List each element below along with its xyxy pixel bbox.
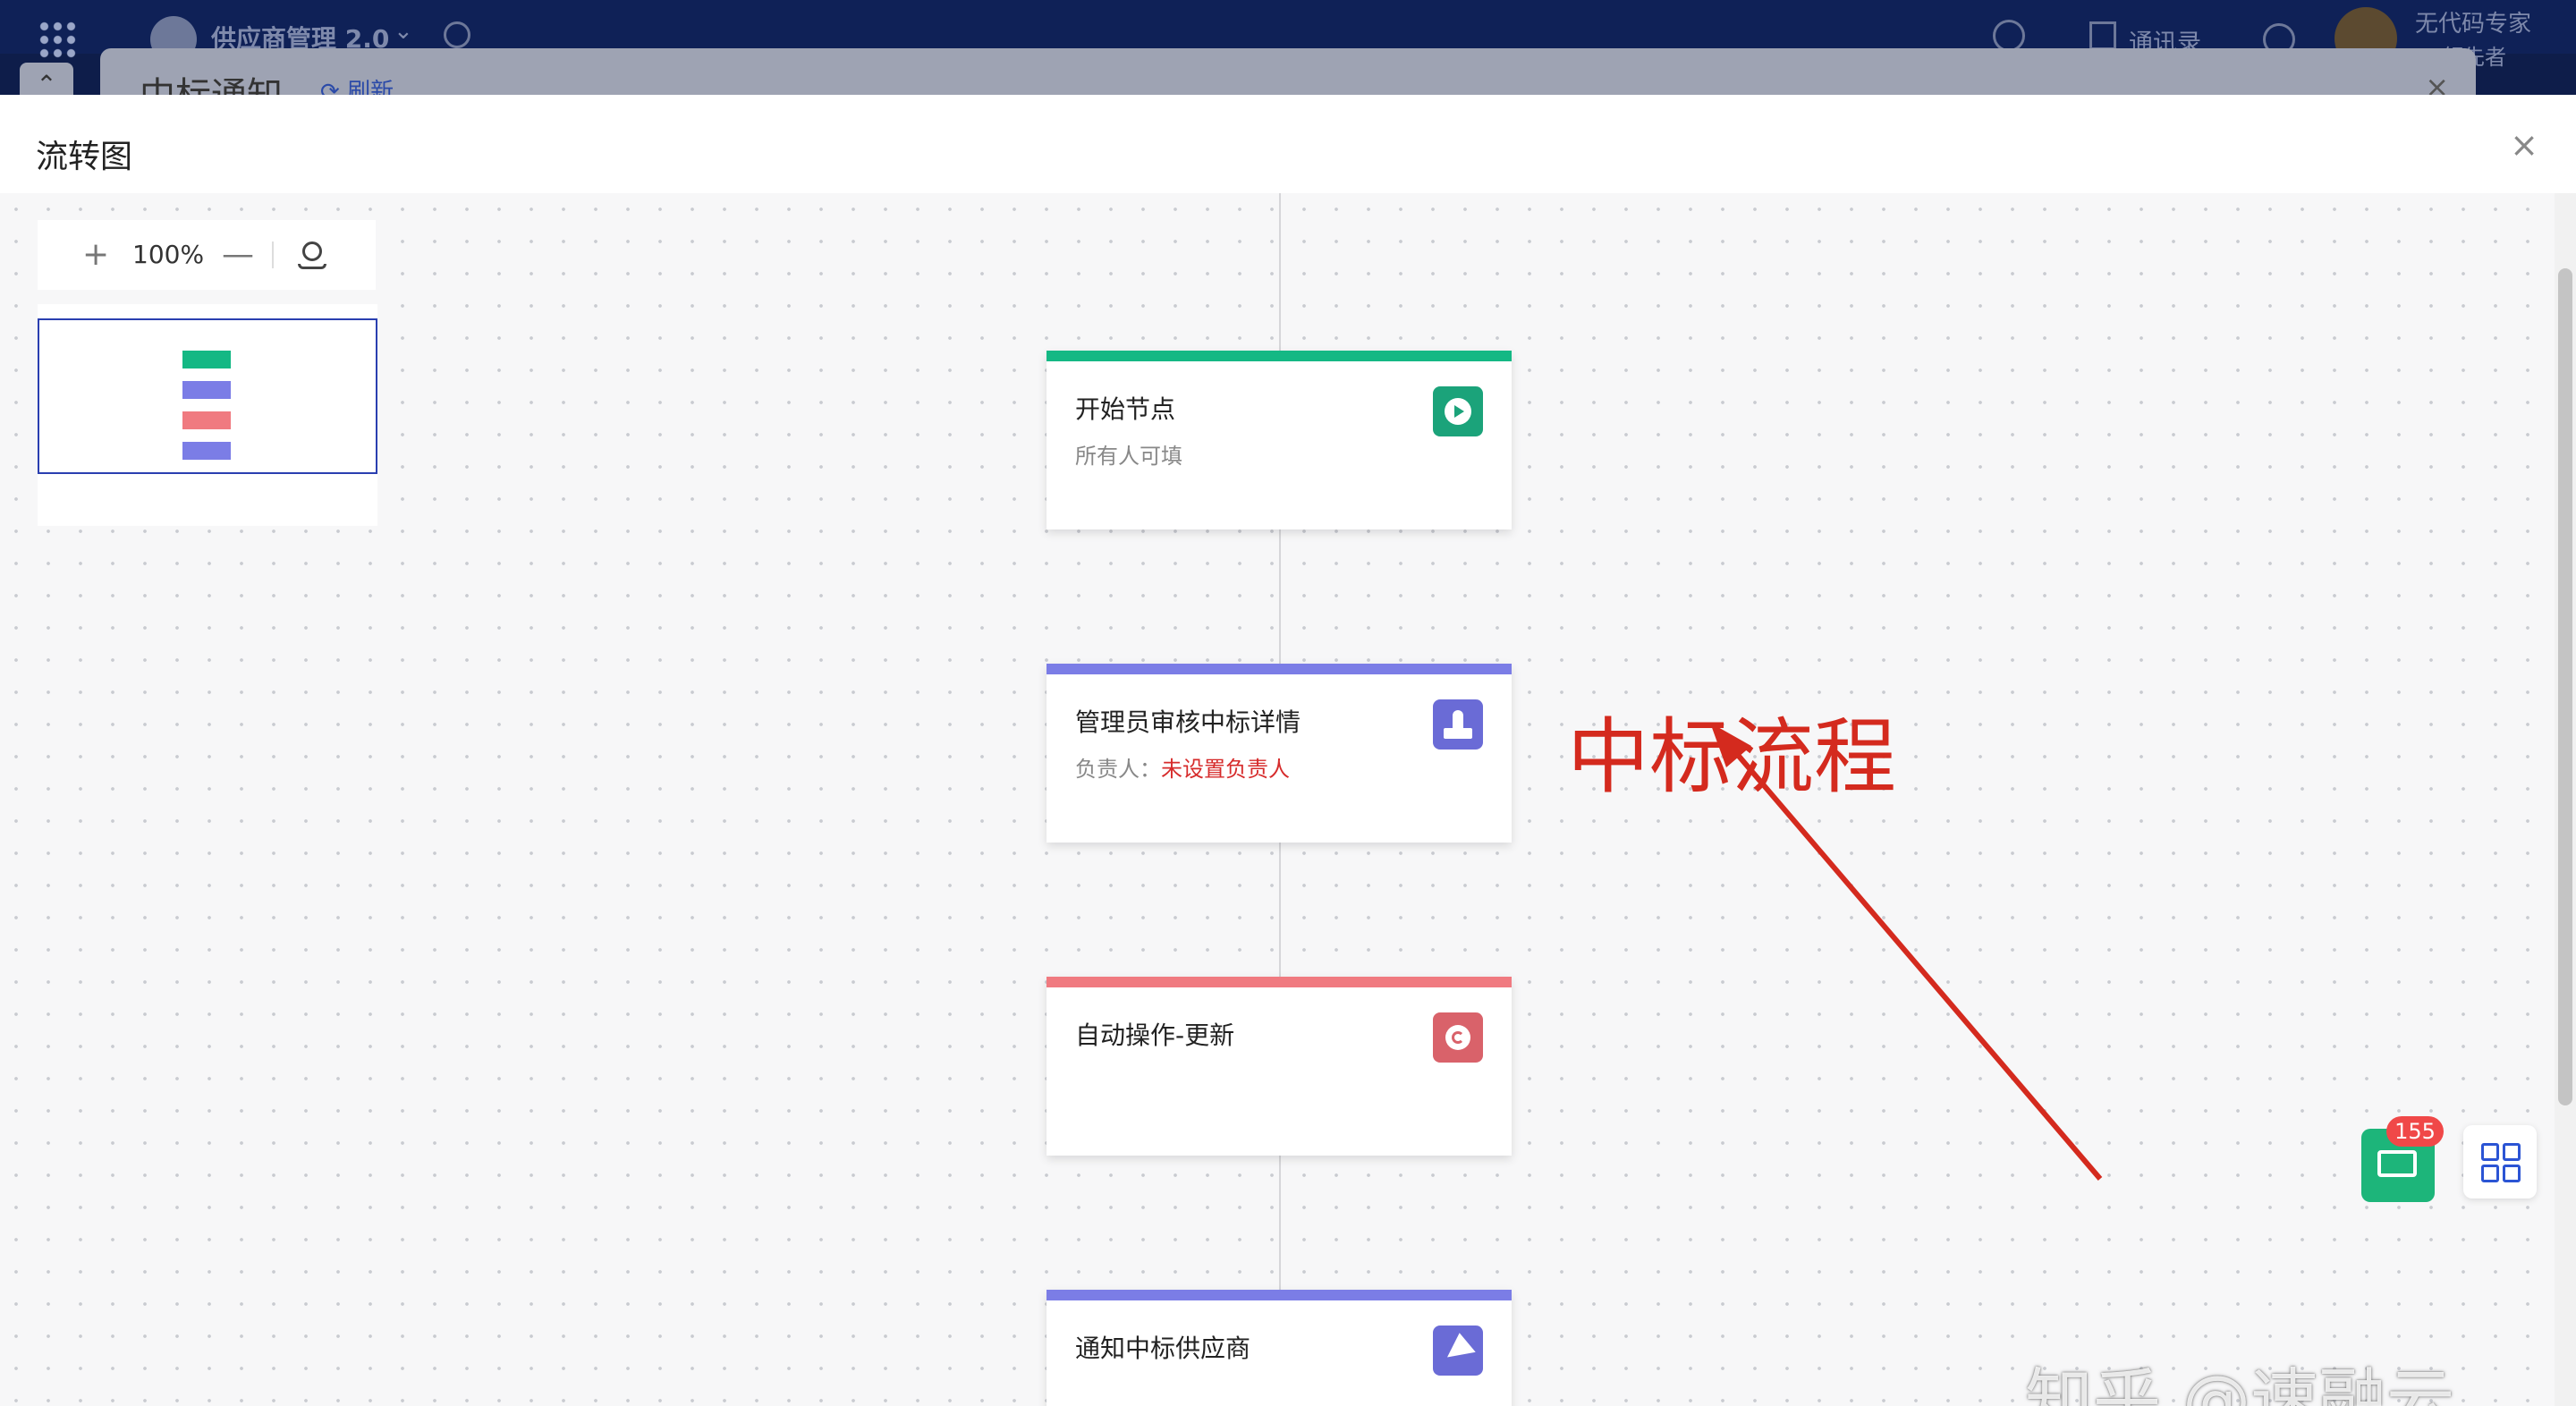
info-icon[interactable]: [444, 21, 470, 48]
annotation-label: 中标流程: [1567, 690, 1896, 809]
minimap-node: [182, 381, 231, 399]
flow-node-admin-review[interactable]: 管理员审核中标详情 负责人：未设置负责人: [1046, 664, 1512, 843]
flow-node-notify-supplier[interactable]: 通知中标供应商: [1046, 1290, 1512, 1406]
user-name: 无代码专家: [2415, 5, 2531, 38]
vertical-scrollbar[interactable]: [2555, 193, 2576, 1406]
modal-close-button[interactable]: ×: [2510, 125, 2538, 165]
locate-icon[interactable]: [302, 241, 322, 261]
toolbar-divider: [272, 241, 274, 268]
notification-badge: 155: [2386, 1116, 2444, 1147]
flow-chart-modal: 流转图 × + 100% — 开始节点 所有人可填 管理员: [0, 95, 2576, 1406]
stamp-icon: [1433, 699, 1483, 750]
grid-cell-icon: [2503, 1143, 2521, 1161]
add-circle-icon[interactable]: [1993, 20, 2025, 52]
play-icon: [1433, 386, 1483, 436]
node-color-bar: [1046, 664, 1512, 674]
node-title: 自动操作-更新: [1075, 1016, 1234, 1052]
node-subtitle: 负责人：未设置负责人: [1075, 751, 1290, 783]
node-subtitle: 所有人可填: [1075, 438, 1182, 470]
send-icon: [1433, 1326, 1483, 1376]
node-color-bar: [1046, 977, 1512, 987]
apps-grid-icon[interactable]: [38, 20, 77, 59]
chevron-down-icon[interactable]: ⌄: [394, 18, 413, 45]
minimap-node: [182, 351, 231, 368]
assignee-value: 未设置负责人: [1161, 757, 1290, 782]
grid-cell-icon: [2481, 1165, 2499, 1182]
scrollbar-thumb[interactable]: [2558, 268, 2572, 1105]
minimap[interactable]: [38, 304, 377, 526]
node-title: 开始节点: [1075, 390, 1175, 426]
contacts-icon[interactable]: [2089, 21, 2116, 50]
modal-header: 流转图 ×: [0, 95, 2576, 193]
refresh-icon: [1433, 1012, 1483, 1063]
modal-title: 流转图: [36, 131, 132, 177]
flow-canvas[interactable]: + 100% — 开始节点 所有人可填 管理员审核中标详情 负责人：未设置负责人: [0, 193, 2576, 1406]
assignee-label: 负责人：: [1075, 757, 1161, 782]
minimap-node: [182, 442, 231, 460]
flow-node-auto-update[interactable]: 自动操作-更新: [1046, 977, 1512, 1156]
flow-node-start[interactable]: 开始节点 所有人可填: [1046, 351, 1512, 529]
zoom-in-button[interactable]: +: [82, 236, 109, 273]
node-title: 管理员审核中标详情: [1075, 703, 1301, 739]
node-title: 通知中标供应商: [1075, 1329, 1250, 1365]
zoom-level: 100%: [132, 240, 204, 269]
grid-cell-icon: [2481, 1143, 2499, 1161]
grid-menu-button[interactable]: [2463, 1125, 2537, 1198]
grid-cell-icon: [2503, 1165, 2521, 1182]
minimap-node: [182, 411, 231, 429]
app-top-bar: 供应商管理 2.0 ⌄ 通讯录 无代码专家 领先者: [0, 0, 2576, 54]
watermark: 知乎 @速融云: [2025, 1345, 2454, 1406]
canvas-toolbar: + 100% —: [38, 220, 376, 290]
node-color-bar: [1046, 351, 1512, 361]
node-color-bar: [1046, 1290, 1512, 1300]
zoom-out-button[interactable]: —: [222, 236, 254, 273]
